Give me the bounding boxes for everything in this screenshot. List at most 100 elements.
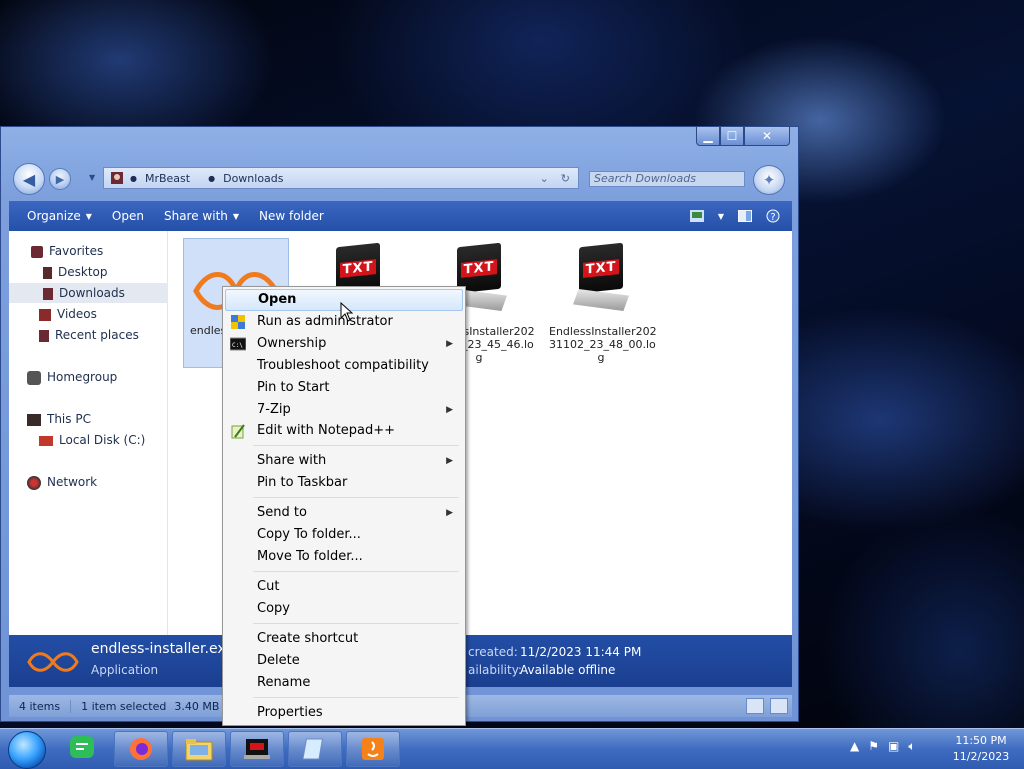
menu-item-label: Share with	[257, 453, 327, 468]
open-button[interactable]: Open	[102, 209, 154, 223]
menu-item-share-with[interactable]: Share with ▶	[225, 450, 463, 472]
forward-button[interactable]: ▶	[49, 168, 71, 190]
new-folder-label: New folder	[259, 209, 324, 223]
menu-item-label: Delete	[257, 653, 300, 668]
details-created-value: 11/2/2023 11:44 PM	[520, 645, 642, 659]
menu-separator	[253, 697, 459, 698]
file-name-line: g	[597, 351, 605, 364]
back-button[interactable]: ◀	[13, 163, 45, 195]
nav-this-pc[interactable]: This PC	[9, 409, 183, 429]
menu-item-properties[interactable]: Properties	[225, 702, 463, 724]
menu-item-delete[interactable]: Delete	[225, 650, 463, 672]
menu-item-copy[interactable]: Copy	[225, 598, 463, 620]
menu-item-create-shortcut[interactable]: Create shortcut	[225, 628, 463, 650]
view-options-icon[interactable]	[689, 210, 704, 222]
recent-pages-chevron-icon[interactable]: ▼	[89, 173, 95, 182]
details-availability-value: Available offline	[520, 663, 616, 677]
menu-item-rename[interactable]: Rename	[225, 672, 463, 694]
menu-item-move-to-folder[interactable]: Move To folder...	[225, 546, 463, 568]
breadcrumb-separator-icon: ●	[130, 173, 137, 183]
taskbar-app-firefox[interactable]	[114, 731, 168, 767]
network-status-icon[interactable]: ▣	[888, 739, 899, 754]
menu-item-label: Copy To folder...	[257, 527, 361, 542]
close-button[interactable]: ✕	[744, 127, 790, 146]
refresh-icon[interactable]: ↻	[561, 172, 570, 185]
recent-places-icon	[39, 329, 49, 342]
breadcrumb-item-mrbeast[interactable]: MrBeast	[145, 172, 190, 185]
taskbar-app-messages[interactable]	[56, 731, 108, 765]
command-bar: Organize ▼ Open Share with ▼ New folder ▼ …	[9, 201, 792, 231]
taskbar-app-file-explorer[interactable]	[172, 731, 226, 767]
user-folder-icon	[111, 172, 123, 184]
menu-item-send-to[interactable]: Send to ▶	[225, 502, 463, 524]
show-hidden-icons-chevron-icon[interactable]: ▲	[850, 739, 859, 754]
submenu-arrow-icon: ▶	[446, 405, 453, 415]
new-folder-button[interactable]: New folder	[249, 209, 334, 223]
file-item-log-3[interactable]: TXT EndlessInstaller202 31102_23_48_00.l…	[549, 239, 657, 364]
svg-text:?: ?	[770, 212, 775, 223]
search-input[interactable]: Search Downloads	[589, 171, 745, 187]
clock-time: 11:50 PM	[955, 734, 1007, 747]
large-icons-view-icon[interactable]	[770, 698, 788, 714]
menu-item-ownership[interactable]: C:\ Ownership ▶	[225, 333, 463, 355]
address-dropdown-chevron-icon[interactable]: ⌄	[540, 172, 549, 185]
maximize-button[interactable]: ☐	[720, 127, 744, 146]
menu-item-label: Pin to Taskbar	[257, 475, 348, 490]
nav-local-disk-label: Local Disk (C:)	[59, 433, 146, 447]
taskbar: ▲ ⚑ ▣ 🔈︎ 11:50 PM 11/2/2023	[0, 728, 1024, 769]
downloads-icon	[43, 287, 53, 300]
share-with-button[interactable]: Share with ▼	[154, 209, 249, 223]
clock[interactable]: 11:50 PM 11/2/2023	[946, 733, 1016, 765]
help-icon[interactable]: ?	[766, 209, 780, 223]
organize-button[interactable]: Organize ▼	[9, 209, 102, 223]
search-button[interactable]: ✦	[753, 165, 785, 195]
folder-icon	[185, 739, 213, 761]
context-menu: Open Run as administrator C:\ Ownership ▶…	[222, 286, 466, 726]
menu-item-pin-to-start[interactable]: Pin to Start	[225, 377, 463, 399]
system-tray: ▲ ⚑ ▣ 🔈︎	[850, 739, 916, 754]
nav-homegroup[interactable]: Homegroup	[9, 367, 183, 387]
volume-icon[interactable]: 🔈︎	[908, 739, 915, 754]
minimize-button[interactable]: ▁	[696, 127, 720, 146]
organize-label: Organize	[27, 209, 81, 223]
details-view-icon[interactable]	[746, 698, 764, 714]
breadcrumb-item-downloads[interactable]: Downloads	[223, 172, 283, 185]
menu-separator	[253, 497, 459, 498]
address-bar[interactable]: ● MrBeast ● Downloads ⌄ ↻	[103, 167, 579, 189]
menu-item-edit-with-notepadpp[interactable]: Edit with Notepad++	[225, 420, 463, 442]
txt-log-icon	[244, 739, 270, 759]
menu-item-cut[interactable]: Cut	[225, 576, 463, 598]
menu-item-label: Send to	[257, 505, 307, 520]
submenu-arrow-icon: ▶	[446, 456, 453, 466]
menu-item-copy-to-folder[interactable]: Copy To folder...	[225, 524, 463, 546]
breadcrumb-separator-icon: ●	[208, 173, 216, 183]
menu-item-label: Properties	[257, 705, 323, 720]
view-chevron-down-icon[interactable]: ▼	[718, 212, 724, 221]
file-name-line: EndlessInstaller202	[549, 325, 657, 338]
start-button[interactable]	[8, 731, 46, 769]
menu-item-label: Rename	[257, 675, 311, 690]
menu-item-label: Cut	[257, 579, 280, 594]
nav-favorites[interactable]: Favorites	[9, 241, 187, 261]
menu-item-troubleshoot-compatibility[interactable]: Troubleshoot compatibility	[225, 355, 463, 377]
nav-network-label: Network	[47, 475, 98, 489]
menu-item-label: Move To folder...	[257, 549, 363, 564]
menu-item-label: 7-Zip	[257, 402, 291, 417]
menu-separator	[253, 445, 459, 446]
taskbar-app-java[interactable]	[346, 731, 400, 767]
navigation-pane: Favorites Desktop Downloads Videos Recen…	[9, 231, 199, 635]
this-pc-icon	[27, 413, 41, 426]
taskbar-app-notepad[interactable]	[288, 731, 342, 767]
taskbar-app-installer[interactable]	[230, 731, 284, 767]
preview-pane-icon[interactable]	[738, 210, 752, 222]
menu-item-7zip[interactable]: 7-Zip ▶	[225, 399, 463, 421]
nav-homegroup-label: Homegroup	[47, 370, 118, 384]
menu-item-pin-to-taskbar[interactable]: Pin to Taskbar	[225, 472, 463, 494]
mouse-cursor-icon	[340, 302, 354, 322]
nav-recent-places-label: Recent places	[55, 328, 139, 342]
menu-item-label: Edit with Notepad++	[257, 423, 396, 438]
flag-icon[interactable]: ⚑	[868, 739, 879, 754]
nav-network[interactable]: Network	[9, 472, 183, 492]
submenu-arrow-icon: ▶	[446, 339, 453, 349]
svg-text:C:\: C:\	[232, 342, 243, 349]
